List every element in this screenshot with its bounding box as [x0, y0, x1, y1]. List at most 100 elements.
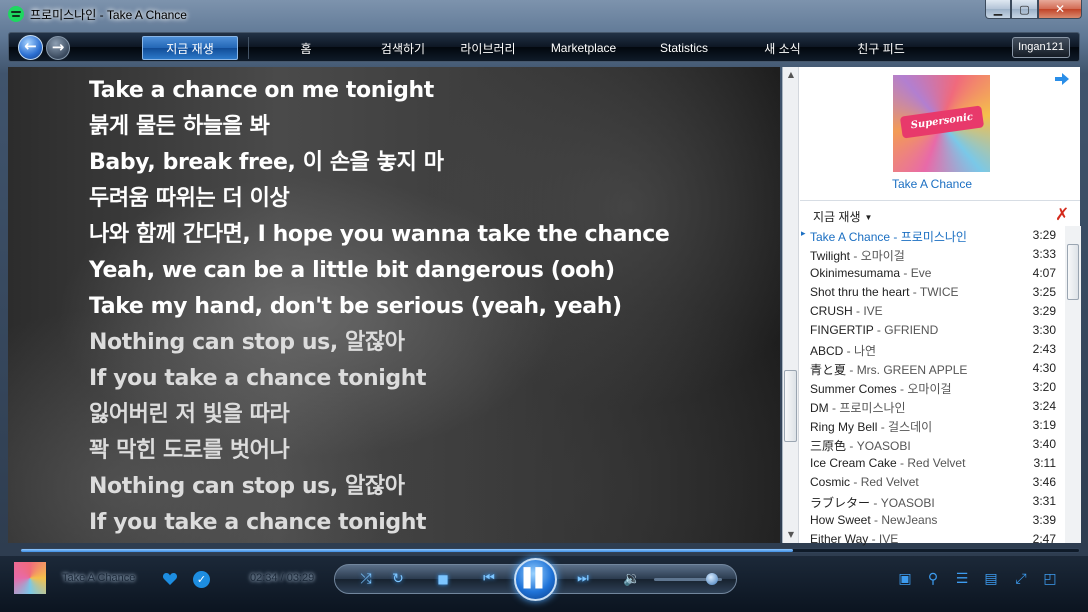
tab-friend-feed[interactable]: 친구 피드 [831, 33, 931, 63]
lyric-line[interactable]: 나와 함께 간다면, I hope you wanna take the cha… [89, 219, 670, 255]
queue-row-label: ラブレター - YOASOBI [810, 494, 935, 511]
queue-row[interactable]: Twilight - 오마이걸 3:33 [800, 245, 1062, 264]
maximize-button[interactable]: ▢ [1011, 0, 1038, 19]
pause-button[interactable]: ▌▌ [514, 558, 557, 601]
volume-icon[interactable]: 🔉 [622, 569, 642, 589]
track-duration: 3:30 [1032, 323, 1056, 337]
lyrics-icon[interactable]: ▣ [896, 570, 914, 588]
queue-row[interactable]: 青と夏 - Mrs. GREEN APPLE 4:30 [800, 359, 1062, 378]
tab-home[interactable]: 홈 [249, 33, 363, 63]
user-menu-button[interactable]: Ingan121 [1012, 37, 1070, 58]
queue-row[interactable]: Cosmic - Red Velvet 3:46 [800, 473, 1062, 492]
album-art[interactable]: Supersonic [893, 75, 990, 172]
track-artist: 오마이걸 [860, 249, 905, 263]
lyric-line[interactable]: If you take a chance tonight [89, 507, 669, 543]
queue-row[interactable]: Shot thru the heart - TWICE 3:25 [800, 283, 1062, 302]
lyric-line[interactable]: 붉게 물든 하늘을 봐 [89, 111, 669, 147]
queue-row-label: FINGERTIP - GFRIEND [810, 323, 938, 337]
volume-knob[interactable] [705, 573, 718, 585]
queue-row[interactable]: Either Way - IVE 2:47 [800, 530, 1062, 549]
track-artist: 걸스데이 [888, 420, 933, 434]
lyric-line[interactable]: Baby, break free, 이 손을 놓지 마 [89, 147, 669, 183]
track-duration: 2:47 [1032, 532, 1056, 546]
track-duration: 3:24 [1032, 399, 1056, 413]
devices-icon[interactable]: ▤ [982, 570, 1000, 588]
mini-album-art[interactable] [14, 562, 46, 594]
clear-queue-icon[interactable]: ✗ [1055, 207, 1069, 224]
lyrics-scrollbar[interactable]: ▲ ▼ [783, 67, 799, 543]
previous-icon[interactable]: ⏮ [474, 569, 504, 589]
seek-bar[interactable] [20, 548, 1080, 553]
stop-icon[interactable]: ■ [433, 569, 453, 589]
tab-marketplace[interactable]: Marketplace [533, 33, 634, 63]
queue-row[interactable]: Take A Chance - 프로미스나인 3:29 [800, 226, 1062, 245]
fullscreen-icon[interactable]: ◰ [1041, 570, 1059, 588]
lyric-line[interactable]: If you take a chance tonight [89, 363, 669, 399]
lyric-line[interactable]: Nothing can stop us, 알잖아 [89, 471, 669, 507]
track-title: Summer Comes [810, 382, 897, 396]
title-bar[interactable]: 프로미스나인 - Take A Chance ▁ ▢ ✕ [0, 0, 1088, 28]
track-duration: 4:30 [1032, 361, 1056, 375]
tab-statistics[interactable]: Statistics [634, 33, 734, 63]
separator: - [868, 532, 879, 546]
back-button[interactable]: ← [18, 35, 43, 60]
lyric-line[interactable]: 잃어버린 저 빛을 따라 [89, 399, 669, 435]
track-artist: IVE [878, 532, 899, 546]
lyric-line[interactable]: Take a chance on me tonight [89, 75, 669, 111]
check-icon[interactable]: ✓ [193, 571, 210, 588]
lyrics-list: Take a chance on me tonight 붉게 물든 하늘을 봐 Ba… [89, 75, 670, 543]
track-artist: YOASOBI [856, 439, 911, 453]
queue-row[interactable]: Okinimesumama - Eve 4:07 [800, 264, 1062, 283]
scroll-down-icon[interactable]: ▼ [783, 527, 799, 543]
next-icon[interactable]: ⏭ [568, 569, 598, 589]
scroll-thumb[interactable] [1067, 244, 1079, 300]
queue-row[interactable]: CRUSH - IVE 3:29 [800, 302, 1062, 321]
tab-search[interactable]: 검색하기 [363, 33, 443, 63]
album-caption[interactable]: Take A Chance [783, 177, 1081, 191]
now-playing-title[interactable]: Take A Chance [62, 572, 135, 584]
lyric-line[interactable]: 두려움 따위는 더 이상 [89, 183, 669, 219]
queue-row[interactable]: 三原色 - YOASOBI 3:40 [800, 435, 1062, 454]
queue-row[interactable]: DM - 프로미스나인 3:24 [800, 397, 1062, 416]
lyric-line[interactable]: 꽉 막힌 도로를 벗어나 [89, 435, 669, 471]
tab-new-releases[interactable]: 새 소식 [734, 33, 831, 63]
queue-row[interactable]: ABCD - 나연 2:43 [800, 340, 1062, 359]
track-title: How Sweet [810, 513, 871, 527]
player-bar: Take A Chance ✓ 02:34 / 03:29 ⤮ ↻ ■ ⏮ ▌▌… [0, 556, 1088, 612]
track-duration: 4:07 [1032, 266, 1056, 280]
mini-player-icon[interactable]: ⤢ [1012, 570, 1030, 588]
lyrics-pane[interactable]: Take a chance on me tonight 붉게 물든 하늘을 봐 Ba… [8, 67, 780, 543]
repeat-icon[interactable]: ↻ [388, 569, 408, 589]
queue-row[interactable]: Summer Comes - 오마이걸 3:20 [800, 378, 1062, 397]
queue-row[interactable]: How Sweet - NewJeans 3:39 [800, 511, 1062, 530]
tab-now-playing[interactable]: 지금 재생 [142, 36, 238, 60]
queue-row[interactable]: FINGERTIP - GFRIEND 3:30 [800, 321, 1062, 340]
queue-row[interactable]: Ice Cream Cake - Red Velvet 3:11 [800, 454, 1062, 473]
queue-row-label: Either Way - IVE [810, 532, 898, 546]
queue-row[interactable]: ラブレター - YOASOBI 3:31 [800, 492, 1062, 511]
shuffle-icon[interactable]: ⤮ [356, 569, 376, 589]
track-title: Ring My Bell [810, 420, 878, 434]
queue-row[interactable]: Ring My Bell - 걸스데이 3:19 [800, 416, 1062, 435]
track-artist: Eve [910, 266, 932, 280]
forward-button[interactable]: → [46, 36, 70, 60]
tab-library[interactable]: 라이브러리 [443, 33, 533, 63]
lyric-line[interactable]: Nothing can stop us, 알잖아 [89, 327, 669, 363]
heart-icon[interactable] [162, 571, 178, 587]
lyric-line[interactable]: Take my hand, don't be serious (yeah, ye… [89, 291, 669, 327]
minimize-button[interactable]: ▁ [985, 0, 1011, 19]
queue-scrollbar[interactable] [1065, 226, 1081, 543]
queue-header[interactable]: 지금 재생 ▼ [813, 208, 872, 225]
now-playing-sidebar: ▲ ▼ Supersonic Take A Chance 지금 재생▼ ✗ Ta… [782, 67, 1081, 546]
separator: - [909, 285, 920, 299]
lyric-line[interactable]: Yeah, we can be a little bit dangerous (… [89, 255, 669, 291]
scroll-thumb[interactable] [784, 370, 797, 442]
track-title: FINGERTIP [810, 323, 874, 337]
connect-icon[interactable]: ⚲ [924, 570, 942, 588]
scroll-up-icon[interactable]: ▲ [783, 67, 799, 83]
window-title: 프로미스나인 - Take A Chance [30, 8, 187, 22]
queue-row-label: CRUSH - IVE [810, 304, 883, 318]
share-icon[interactable] [1054, 71, 1070, 87]
queue-icon[interactable]: ☰ [953, 570, 971, 588]
close-button[interactable]: ✕ [1038, 0, 1082, 19]
